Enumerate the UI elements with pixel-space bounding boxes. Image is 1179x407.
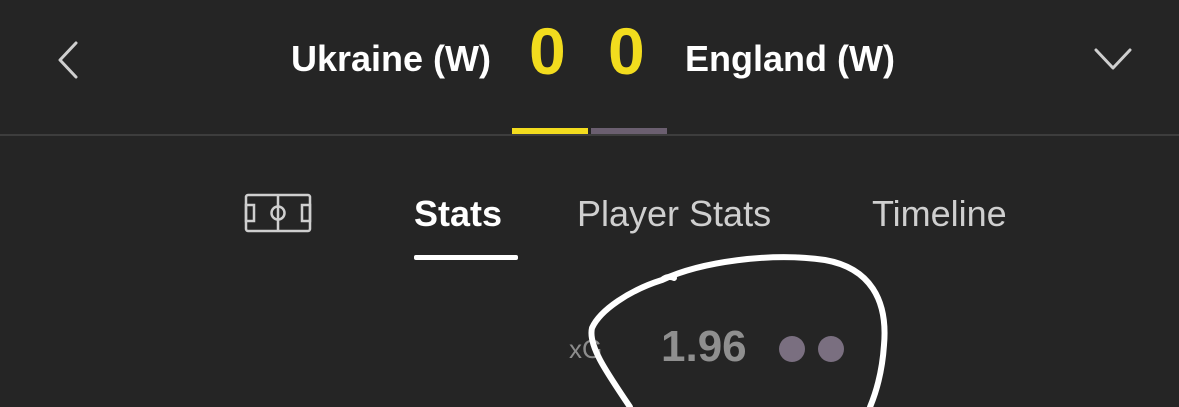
tab-pitch[interactable] [244,193,312,233]
tab-timeline[interactable]: Timeline [872,193,1007,235]
chevron-left-icon [58,41,78,79]
active-tab-indicator [414,255,518,260]
stat-label: xG [569,334,603,364]
away-score: 0 [608,14,645,88]
stat-dot [818,336,844,362]
match-header: Ukraine (W) 0 0 England (W) [0,0,1179,135]
home-score: 0 [529,14,566,88]
header-divider [0,134,1179,136]
home-team-name: Ukraine (W) [290,38,491,79]
expand-button[interactable] [1090,40,1136,80]
stat-dot [779,336,805,362]
stat-value: 1.96 [661,322,747,371]
match-page: Ukraine (W) 0 0 England (W) Stats Player… [0,0,1179,407]
tab-stats[interactable]: Stats [414,193,502,235]
chevron-down-icon [1094,48,1132,70]
back-button[interactable] [50,35,90,85]
tab-player-stats[interactable]: Player Stats [577,193,771,235]
away-team-name: England (W) [685,38,895,79]
pitch-icon [244,193,312,233]
